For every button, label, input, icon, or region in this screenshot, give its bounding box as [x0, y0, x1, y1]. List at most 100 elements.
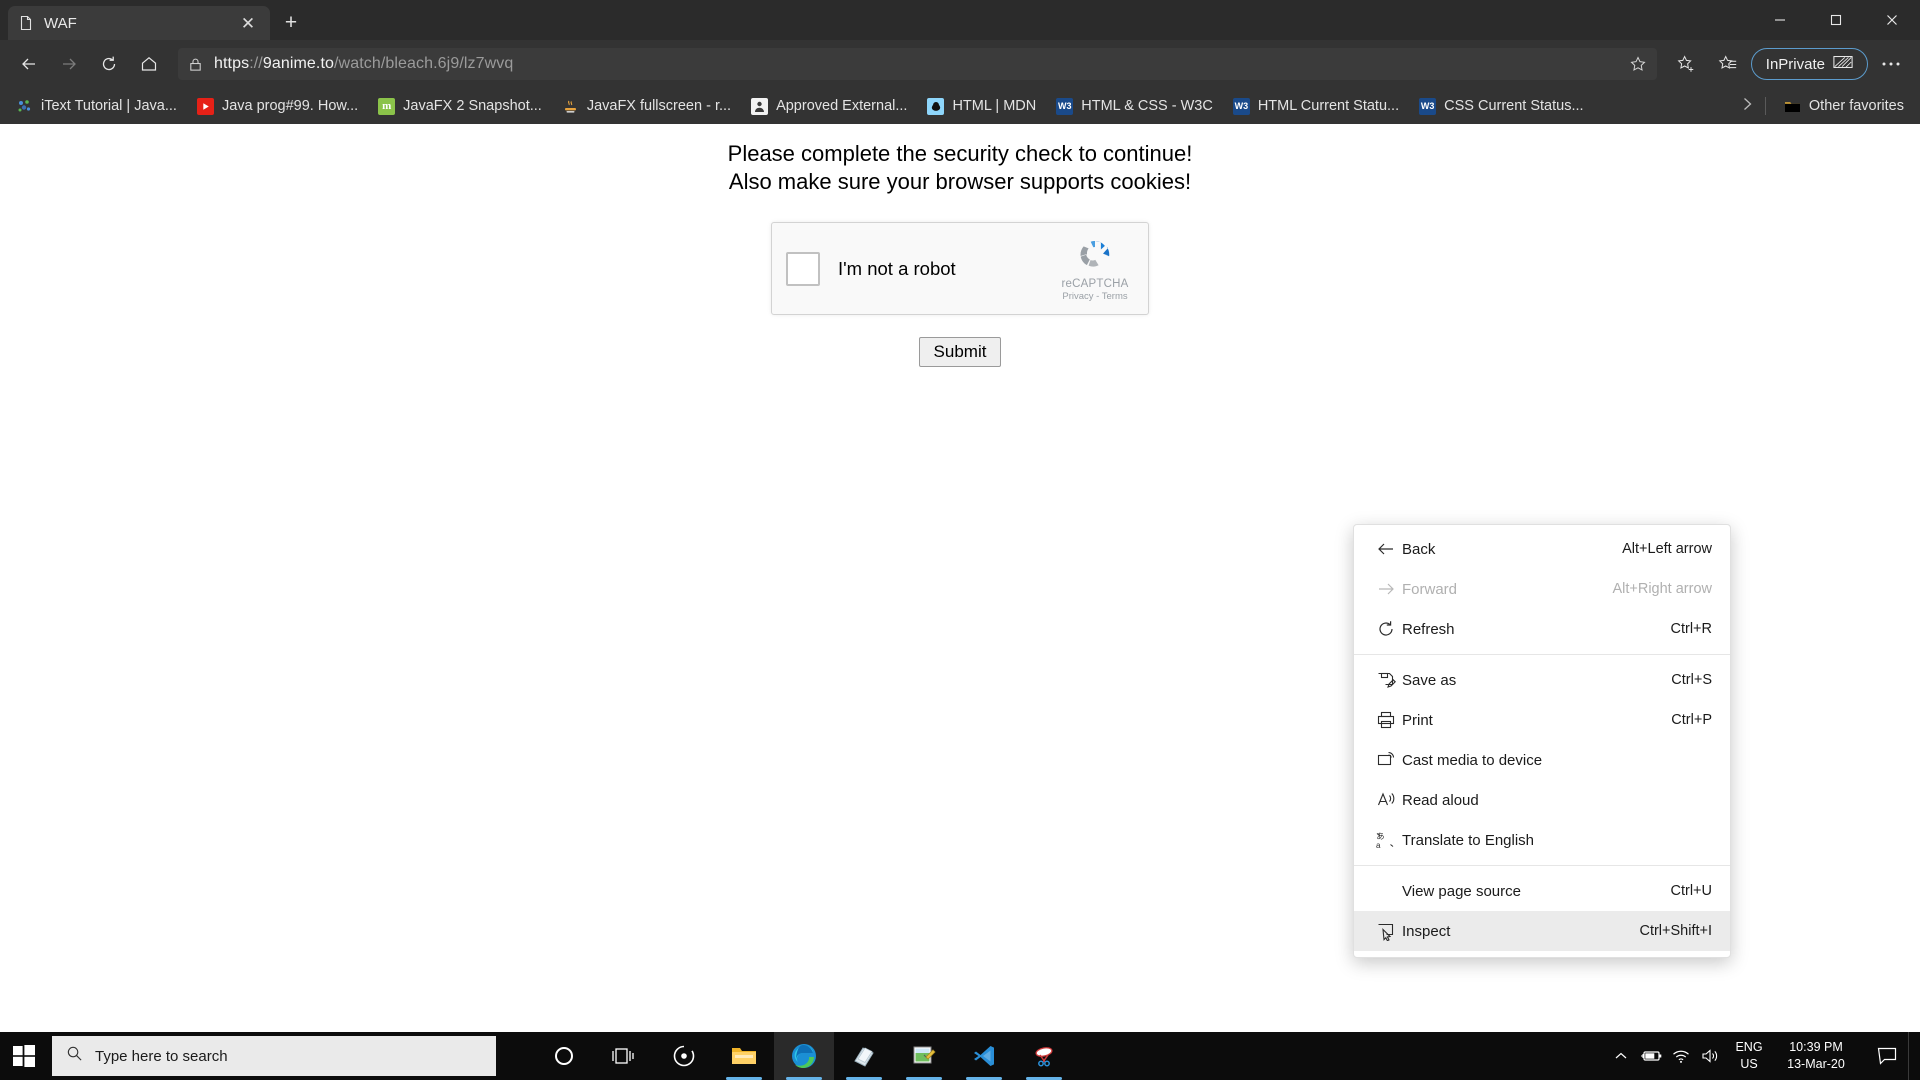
- bookmark-item[interactable]: JavaFX fullscreen - r...: [554, 94, 739, 119]
- bookmark-label: CSS Current Status...: [1444, 98, 1584, 114]
- recaptcha-widget[interactable]: I'm not a robot reCAPTCHA Privacy - Term…: [771, 222, 1149, 316]
- bookmark-label: iText Tutorial | Java...: [41, 98, 177, 114]
- microsoft-edge-icon[interactable]: [774, 1032, 834, 1080]
- favorites-overflow: Other favorites: [1729, 94, 1912, 119]
- bookmark-item[interactable]: W3 HTML & CSS - W3C: [1048, 94, 1221, 119]
- svg-text:あ: あ: [1377, 832, 1385, 841]
- inprivate-indicator[interactable]: InPrivate: [1750, 48, 1868, 80]
- bookmark-item[interactable]: m JavaFX 2 Snapshot...: [370, 94, 550, 119]
- volume-icon[interactable]: [1696, 1032, 1726, 1080]
- action-center-icon[interactable]: [1866, 1032, 1908, 1080]
- tab-strip: WAF ✕ +: [0, 0, 308, 40]
- collections-button[interactable]: [1709, 45, 1747, 83]
- bookmark-item[interactable]: W3 CSS Current Status...: [1411, 94, 1591, 119]
- inprivate-label: InPrivate: [1765, 55, 1825, 73]
- print-icon: [1376, 710, 1402, 730]
- svg-text:a: a: [1376, 841, 1381, 850]
- tab-waf[interactable]: WAF ✕: [8, 6, 270, 40]
- youtube-favicon: [196, 97, 214, 115]
- tab-title: WAF: [44, 14, 77, 32]
- home-button[interactable]: [130, 45, 168, 83]
- message-line-1: Please complete the security check to co…: [727, 141, 1193, 166]
- refresh-button[interactable]: [90, 45, 128, 83]
- clock[interactable]: 10:39 PM 13-Mar-20: [1772, 1039, 1866, 1073]
- bookmark-item[interactable]: Java prog#99. How...: [189, 94, 366, 119]
- snipping-tool-icon[interactable]: [1014, 1032, 1074, 1080]
- recaptcha-checkbox[interactable]: [786, 251, 820, 286]
- context-menu-item-print[interactable]: Print Ctrl+P: [1354, 700, 1730, 740]
- page-viewport: Please complete the security check to co…: [0, 124, 1920, 1032]
- bookmark-item[interactable]: Approved External...: [743, 94, 915, 119]
- taskbar-search-placeholder: Type here to search: [95, 1047, 228, 1065]
- other-favorites-button[interactable]: Other favorites: [1776, 94, 1912, 119]
- context-menu-item-translate[interactable]: あa Translate to English: [1354, 820, 1730, 860]
- arrow-left-icon: [1376, 539, 1402, 559]
- refresh-icon: [1376, 619, 1402, 639]
- clock-time: 10:39 PM: [1789, 1040, 1843, 1055]
- system-tray: ENG US 10:39 PM 13-Mar-20: [1606, 1032, 1920, 1080]
- media-player-icon[interactable]: [654, 1032, 714, 1080]
- close-button[interactable]: [1864, 0, 1920, 40]
- language-indicator[interactable]: ENG US: [1726, 1039, 1772, 1073]
- favorite-star-icon[interactable]: [1629, 55, 1647, 73]
- context-menu-item-read-aloud[interactable]: Read aloud: [1354, 780, 1730, 820]
- context-menu-item-view-page-source[interactable]: View page source Ctrl+U: [1354, 871, 1730, 911]
- chevron-right-icon[interactable]: [1739, 96, 1755, 116]
- back-button[interactable]: [10, 45, 48, 83]
- lock-icon: [188, 56, 204, 72]
- bookmark-item[interactable]: iText Tutorial | Java...: [8, 94, 185, 119]
- wifi-icon[interactable]: [1666, 1032, 1696, 1080]
- close-icon[interactable]: ✕: [236, 11, 260, 35]
- context-menu-shortcut: Ctrl+U: [1670, 883, 1713, 899]
- cortana-icon[interactable]: [534, 1032, 594, 1080]
- bookmark-label: Approved External...: [776, 98, 908, 114]
- context-menu-item-refresh[interactable]: Refresh Ctrl+R: [1354, 609, 1730, 649]
- context-menu-shortcut: Alt+Right arrow: [1612, 581, 1712, 597]
- context-menu-item-cast-media[interactable]: Cast media to device: [1354, 740, 1730, 780]
- recaptcha-branding: reCAPTCHA Privacy - Terms: [1056, 235, 1134, 302]
- sticky-notes-icon[interactable]: [834, 1032, 894, 1080]
- bookmark-label: JavaFX fullscreen - r...: [586, 98, 732, 114]
- context-menu-item-forward[interactable]: Forward Alt+Right arrow: [1354, 569, 1730, 609]
- context-menu-shortcut: Alt+Left arrow: [1622, 541, 1712, 557]
- taskbar-search-box[interactable]: Type here to search: [52, 1036, 496, 1076]
- cast-icon: [1376, 750, 1402, 770]
- new-tab-button[interactable]: +: [274, 6, 308, 40]
- context-menu-shortcut: Ctrl+Shift+I: [1639, 923, 1712, 939]
- url-path: /watch/bleach.6j9/lz7wvq: [334, 55, 514, 72]
- bookmark-label: Java prog#99. How...: [221, 98, 359, 114]
- submit-button[interactable]: Submit: [918, 337, 1002, 368]
- address-bar[interactable]: https://9anime.to/watch/bleach.6j9/lz7wv…: [178, 48, 1657, 80]
- mkyong-favicon: m: [378, 97, 396, 115]
- show-desktop-button[interactable]: [1908, 1032, 1916, 1080]
- other-favorites-label: Other favorites: [1808, 98, 1904, 114]
- context-menu-item-save-as[interactable]: Save as Ctrl+S: [1354, 660, 1730, 700]
- context-menu-label: Back: [1402, 540, 1436, 558]
- recaptcha-legal[interactable]: Privacy - Terms: [1056, 291, 1134, 302]
- context-menu-label: Save as: [1402, 671, 1457, 689]
- search-icon: [66, 1045, 83, 1067]
- paint-icon[interactable]: [894, 1032, 954, 1080]
- settings-and-more-button[interactable]: [1872, 45, 1910, 83]
- bookmark-item[interactable]: W3 HTML Current Statu...: [1225, 94, 1407, 119]
- file-explorer-icon[interactable]: [714, 1032, 774, 1080]
- task-view-icon[interactable]: [594, 1032, 654, 1080]
- url-scheme: https: [214, 55, 250, 72]
- add-favorite-button[interactable]: [1667, 45, 1705, 83]
- w3c-favicon: W3: [1232, 97, 1250, 115]
- bookmark-label: JavaFX 2 Snapshot...: [403, 98, 542, 114]
- bookmark-item[interactable]: HTML | MDN: [919, 94, 1044, 119]
- forward-button[interactable]: [50, 45, 88, 83]
- context-menu-item-inspect[interactable]: Inspect Ctrl+Shift+I: [1354, 911, 1730, 951]
- show-hidden-icons-chevron-icon[interactable]: [1606, 1032, 1636, 1080]
- start-button[interactable]: [0, 1032, 48, 1080]
- minimize-button[interactable]: [1752, 0, 1808, 40]
- visual-studio-code-icon[interactable]: [954, 1032, 1014, 1080]
- arrow-right-icon: [1376, 579, 1402, 599]
- mdn-favicon: [927, 97, 945, 115]
- maximize-button[interactable]: [1808, 0, 1864, 40]
- context-menu-item-back[interactable]: Back Alt+Left arrow: [1354, 529, 1730, 569]
- url-host: 9anime.to: [262, 55, 334, 72]
- battery-charging-icon[interactable]: [1636, 1032, 1666, 1080]
- bookmark-label: HTML & CSS - W3C: [1081, 98, 1213, 114]
